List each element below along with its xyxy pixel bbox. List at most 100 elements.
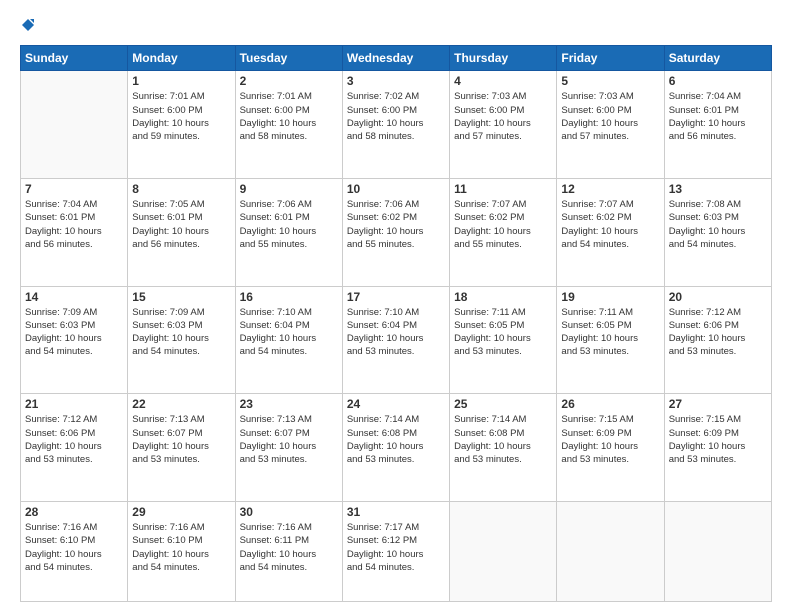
cell-info: Sunrise: 7:08 AMSunset: 6:03 PMDaylight:…: [669, 198, 767, 251]
calendar-cell: 12 Sunrise: 7:07 AMSunset: 6:02 PMDayligh…: [557, 178, 664, 286]
cell-day-number: 14: [25, 290, 123, 304]
calendar-cell: 2 Sunrise: 7:01 AMSunset: 6:00 PMDaylight…: [235, 71, 342, 179]
cell-info: Sunrise: 7:09 AMSunset: 6:03 PMDaylight:…: [132, 306, 230, 359]
cell-info: Sunrise: 7:14 AMSunset: 6:08 PMDaylight:…: [454, 413, 552, 466]
calendar-cell: 11Sunrise: 7:07 AMSunset: 6:02 PMDayligh…: [450, 178, 557, 286]
calendar-cell: [664, 501, 771, 601]
cell-day-number: 29: [132, 505, 230, 519]
cell-info: Sunrise: 7:14 AMSunset: 6:08 PMDaylight:…: [347, 413, 445, 466]
cell-info: Sunrise: 7:11 AMSunset: 6:05 PMDaylight:…: [561, 306, 659, 359]
cell-info: Sunrise: 7:13 AMSunset: 6:07 PMDaylight:…: [132, 413, 230, 466]
col-friday: Friday: [557, 46, 664, 71]
calendar-cell: 7 Sunrise: 7:04 AMSunset: 6:01 PMDaylight…: [21, 178, 128, 286]
cell-info: Sunrise: 7:12 AMSunset: 6:06 PMDaylight:…: [669, 306, 767, 359]
logo-icon: [21, 18, 35, 32]
cell-info: Sunrise: 7:16 AMSunset: 6:11 PMDaylight:…: [240, 521, 338, 574]
cell-day-number: 2: [240, 74, 338, 88]
cell-info: Sunrise: 7:07 AMSunset: 6:02 PMDaylight:…: [454, 198, 552, 251]
cell-day-number: 26: [561, 397, 659, 411]
col-monday: Monday: [128, 46, 235, 71]
logo: [20, 18, 35, 35]
calendar-cell: [21, 71, 128, 179]
cell-info: Sunrise: 7:01 AMSunset: 6:00 PMDaylight:…: [240, 90, 338, 143]
calendar-cell: 28 Sunrise: 7:16 AMSunset: 6:10 PMDayligh…: [21, 501, 128, 601]
cell-info: Sunrise: 7:12 AMSunset: 6:06 PMDaylight:…: [25, 413, 123, 466]
cell-day-number: 16: [240, 290, 338, 304]
calendar-cell: 27Sunrise: 7:15 AMSunset: 6:09 PMDayligh…: [664, 394, 771, 502]
calendar-cell: 24 Sunrise: 7:14 AMSunset: 6:08 PMDayligh…: [342, 394, 449, 502]
calendar-cell: 17 Sunrise: 7:10 AMSunset: 6:04 PMDayligh…: [342, 286, 449, 394]
col-sunday: Sunday: [21, 46, 128, 71]
cell-day-number: 23: [240, 397, 338, 411]
cell-info: Sunrise: 7:04 AMSunset: 6:01 PMDaylight:…: [25, 198, 123, 251]
calendar-cell: [557, 501, 664, 601]
cell-info: Sunrise: 7:05 AMSunset: 6:01 PMDaylight:…: [132, 198, 230, 251]
cell-day-number: 9: [240, 182, 338, 196]
calendar-cell: 18 Sunrise: 7:11 AMSunset: 6:05 PMDayligh…: [450, 286, 557, 394]
cell-info: Sunrise: 7:01 AMSunset: 6:00 PMDaylight:…: [132, 90, 230, 143]
cell-day-number: 7: [25, 182, 123, 196]
cell-info: Sunrise: 7:10 AMSunset: 6:04 PMDaylight:…: [347, 306, 445, 359]
calendar-cell: 31 Sunrise: 7:17 AMSunset: 6:12 PMDayligh…: [342, 501, 449, 601]
calendar-cell: 3 Sunrise: 7:02 AMSunset: 6:00 PMDaylight…: [342, 71, 449, 179]
cell-info: Sunrise: 7:06 AMSunset: 6:02 PMDaylight:…: [347, 198, 445, 251]
calendar-cell: 8 Sunrise: 7:05 AMSunset: 6:01 PMDaylight…: [128, 178, 235, 286]
cell-info: Sunrise: 7:11 AMSunset: 6:05 PMDaylight:…: [454, 306, 552, 359]
calendar-cell: 4Sunrise: 7:03 AMSunset: 6:00 PMDaylight…: [450, 71, 557, 179]
cell-info: Sunrise: 7:04 AMSunset: 6:01 PMDaylight:…: [669, 90, 767, 143]
calendar-cell: 19Sunrise: 7:11 AMSunset: 6:05 PMDayligh…: [557, 286, 664, 394]
calendar-cell: 26 Sunrise: 7:15 AMSunset: 6:09 PMDayligh…: [557, 394, 664, 502]
cell-info: Sunrise: 7:02 AMSunset: 6:00 PMDaylight:…: [347, 90, 445, 143]
cell-info: Sunrise: 7:15 AMSunset: 6:09 PMDaylight:…: [561, 413, 659, 466]
cell-info: Sunrise: 7:06 AMSunset: 6:01 PMDaylight:…: [240, 198, 338, 251]
calendar-cell: 20 Sunrise: 7:12 AMSunset: 6:06 PMDayligh…: [664, 286, 771, 394]
col-saturday: Saturday: [664, 46, 771, 71]
cell-day-number: 22: [132, 397, 230, 411]
calendar-week-row: 28 Sunrise: 7:16 AMSunset: 6:10 PMDayligh…: [21, 501, 772, 601]
col-wednesday: Wednesday: [342, 46, 449, 71]
cell-day-number: 17: [347, 290, 445, 304]
calendar-cell: 15 Sunrise: 7:09 AMSunset: 6:03 PMDayligh…: [128, 286, 235, 394]
cell-day-number: 24: [347, 397, 445, 411]
calendar-cell: [450, 501, 557, 601]
calendar-cell: 1 Sunrise: 7:01 AMSunset: 6:00 PMDaylight…: [128, 71, 235, 179]
calendar-cell: 14 Sunrise: 7:09 AMSunset: 6:03 PMDayligh…: [21, 286, 128, 394]
cell-info: Sunrise: 7:09 AMSunset: 6:03 PMDaylight:…: [25, 306, 123, 359]
cell-day-number: 31: [347, 505, 445, 519]
cell-day-number: 25: [454, 397, 552, 411]
calendar-week-row: 7 Sunrise: 7:04 AMSunset: 6:01 PMDaylight…: [21, 178, 772, 286]
cell-info: Sunrise: 7:03 AMSunset: 6:00 PMDaylight:…: [454, 90, 552, 143]
calendar-cell: 10 Sunrise: 7:06 AMSunset: 6:02 PMDayligh…: [342, 178, 449, 286]
calendar-cell: 16 Sunrise: 7:10 AMSunset: 6:04 PMDayligh…: [235, 286, 342, 394]
cell-info: Sunrise: 7:07 AMSunset: 6:02 PMDaylight:…: [561, 198, 659, 251]
header: [20, 18, 772, 35]
cell-info: Sunrise: 7:03 AMSunset: 6:00 PMDaylight:…: [561, 90, 659, 143]
calendar-cell: 5Sunrise: 7:03 AMSunset: 6:00 PMDaylight…: [557, 71, 664, 179]
calendar-cell: 22 Sunrise: 7:13 AMSunset: 6:07 PMDayligh…: [128, 394, 235, 502]
cell-day-number: 13: [669, 182, 767, 196]
cell-day-number: 20: [669, 290, 767, 304]
calendar-cell: 25 Sunrise: 7:14 AMSunset: 6:08 PMDayligh…: [450, 394, 557, 502]
calendar-cell: 23 Sunrise: 7:13 AMSunset: 6:07 PMDayligh…: [235, 394, 342, 502]
cell-info: Sunrise: 7:16 AMSunset: 6:10 PMDaylight:…: [25, 521, 123, 574]
cell-info: Sunrise: 7:16 AMSunset: 6:10 PMDaylight:…: [132, 521, 230, 574]
cell-info: Sunrise: 7:10 AMSunset: 6:04 PMDaylight:…: [240, 306, 338, 359]
cell-day-number: 10: [347, 182, 445, 196]
cell-day-number: 28: [25, 505, 123, 519]
calendar-cell: 21Sunrise: 7:12 AMSunset: 6:06 PMDayligh…: [21, 394, 128, 502]
calendar-cell: 9 Sunrise: 7:06 AMSunset: 6:01 PMDaylight…: [235, 178, 342, 286]
cell-day-number: 3: [347, 74, 445, 88]
cell-day-number: 18: [454, 290, 552, 304]
calendar-cell: 6 Sunrise: 7:04 AMSunset: 6:01 PMDaylight…: [664, 71, 771, 179]
calendar-cell: 13 Sunrise: 7:08 AMSunset: 6:03 PMDayligh…: [664, 178, 771, 286]
cell-info: Sunrise: 7:17 AMSunset: 6:12 PMDaylight:…: [347, 521, 445, 574]
calendar-cell: 29 Sunrise: 7:16 AMSunset: 6:10 PMDayligh…: [128, 501, 235, 601]
calendar-table: Sunday Monday Tuesday Wednesday Thursday…: [20, 45, 772, 602]
cell-info: Sunrise: 7:13 AMSunset: 6:07 PMDaylight:…: [240, 413, 338, 466]
col-thursday: Thursday: [450, 46, 557, 71]
cell-day-number: 8: [132, 182, 230, 196]
cell-day-number: 6: [669, 74, 767, 88]
cell-day-number: 12: [561, 182, 659, 196]
cell-day-number: 1: [132, 74, 230, 88]
cell-day-number: 15: [132, 290, 230, 304]
